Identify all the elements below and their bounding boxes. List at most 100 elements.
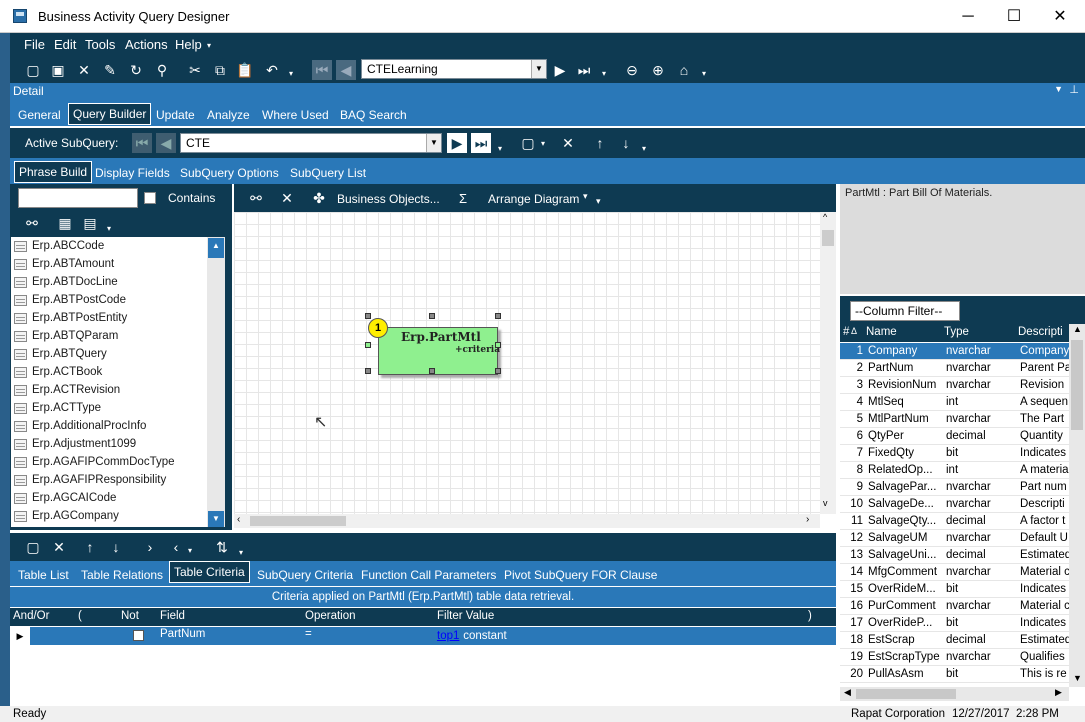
- scroll-down-icon[interactable]: v: [823, 498, 828, 508]
- new-criteria-icon[interactable]: ▢: [23, 537, 43, 557]
- canvas-more-icon[interactable]: ▾: [596, 196, 601, 207]
- delete-subquery-icon[interactable]: ✕: [558, 133, 578, 153]
- column-row[interactable]: 14 MfgComment nvarchar Material c: [840, 564, 1070, 581]
- delete-table-icon[interactable]: ✕: [277, 188, 297, 208]
- resize-handle[interactable]: [495, 368, 501, 374]
- last-record-icon[interactable]: ⏭: [574, 60, 594, 80]
- first-subquery-icon[interactable]: ⏮: [132, 133, 152, 153]
- column-row[interactable]: 13 SalvageUni... decimal Estimated: [840, 547, 1070, 564]
- tab-update[interactable]: Update: [156, 108, 195, 122]
- column-grid-hscrollbar[interactable]: ◀ ▶: [840, 687, 1069, 701]
- menu-help[interactable]: Help: [175, 37, 202, 52]
- tab-where-used[interactable]: Where Used: [262, 108, 329, 122]
- column-row[interactable]: 4 MtlSeq int A sequen: [840, 394, 1070, 411]
- column-vscroll-thumb[interactable]: [1071, 340, 1083, 430]
- menu-file[interactable]: File: [24, 37, 45, 52]
- col-name-header[interactable]: Name: [866, 326, 897, 338]
- contains-checkbox[interactable]: [144, 192, 156, 204]
- table-options-icon[interactable]: ▤: [80, 213, 100, 233]
- subquery-combo[interactable]: CTE ▼: [180, 133, 442, 153]
- canvas-hscrollbar[interactable]: ‹ ›: [234, 514, 820, 528]
- column-row[interactable]: 5 MtlPartNum nvarchar The Part: [840, 411, 1070, 428]
- canvas-hscroll-thumb[interactable]: [250, 516, 346, 526]
- next-subquery-icon[interactable]: ▶: [447, 133, 467, 153]
- table-list-item[interactable]: Erp.ACTType: [11, 400, 215, 418]
- table-list-item[interactable]: Erp.ABTPostCode: [11, 292, 215, 310]
- col-operation[interactable]: Operation: [305, 610, 356, 622]
- scroll-left-icon[interactable]: ◀: [844, 687, 851, 698]
- business-objects-button[interactable]: Business Objects...: [337, 192, 440, 206]
- canvas-vscrollbar[interactable]: ^ v: [820, 212, 836, 514]
- scroll-up-icon[interactable]: ▲: [1073, 324, 1082, 334]
- column-row[interactable]: 19 EstScrapType nvarchar Qualifies: [840, 649, 1070, 666]
- paste-icon[interactable]: 📋: [235, 60, 255, 80]
- copy-icon[interactable]: ⧉: [210, 60, 230, 80]
- table-list-item[interactable]: Erp.ABTAmount: [11, 256, 215, 274]
- column-row[interactable]: 10 SalvageDe... nvarchar Descripti: [840, 496, 1070, 513]
- table-node[interactable]: Erp.PartMtl +criteria: [378, 327, 500, 375]
- column-row[interactable]: 8 RelatedOp... int A materia: [840, 462, 1070, 479]
- subquery-nav-dropdown-icon[interactable]: ▾: [498, 144, 502, 153]
- table-icon[interactable]: ▦: [55, 213, 75, 233]
- cut-icon[interactable]: ✂: [185, 60, 205, 80]
- scroll-up-icon[interactable]: ▲: [208, 238, 224, 258]
- delete-criteria-icon[interactable]: ✕: [49, 537, 69, 557]
- resize-handle[interactable]: [365, 368, 371, 374]
- tab-phrase-build[interactable]: Phrase Build: [14, 161, 93, 183]
- column-grid-vscrollbar[interactable]: ▲ ▼: [1069, 324, 1085, 687]
- col-field[interactable]: Field: [160, 610, 185, 622]
- table-list-scrollbar[interactable]: ▲ ▼: [207, 237, 225, 527]
- new-icon[interactable]: ▢: [23, 60, 43, 80]
- move-up-icon[interactable]: ↑: [590, 133, 610, 153]
- col-open-paren[interactable]: (: [78, 610, 82, 622]
- close-button[interactable]: ✕: [1037, 0, 1083, 33]
- column-row[interactable]: 17 OverRideP... bit Indicates: [840, 615, 1070, 632]
- tab-baq-search[interactable]: BAQ Search: [340, 108, 407, 122]
- chevron-down-icon[interactable]: ▼: [426, 134, 441, 152]
- tab-subquery-list[interactable]: SubQuery List: [290, 166, 366, 180]
- outdent-icon[interactable]: ‹: [166, 537, 186, 557]
- filter-link[interactable]: top1: [437, 630, 459, 642]
- column-row[interactable]: 9 SalvagePar... nvarchar Part num: [840, 479, 1070, 496]
- pin-icon[interactable]: ⊥: [1069, 83, 1079, 96]
- table-list-item[interactable]: Erp.ABCCode: [11, 238, 215, 256]
- indent-icon[interactable]: ›: [140, 537, 160, 557]
- more-dropdown-icon[interactable]: ▾: [702, 69, 706, 78]
- col-type-header[interactable]: Type: [944, 326, 969, 338]
- scroll-down-icon[interactable]: ▼: [208, 511, 224, 527]
- undo-dropdown-icon[interactable]: ▾: [289, 69, 293, 78]
- forward-icon[interactable]: ⊕: [648, 60, 668, 80]
- criteria-row[interactable]: ▶ PartNum = top1 constant: [10, 627, 836, 645]
- scroll-up-icon[interactable]: ^: [823, 212, 827, 222]
- not-checkbox[interactable]: [133, 630, 144, 641]
- criteria-field[interactable]: PartNum: [160, 628, 205, 640]
- table-list-item[interactable]: Erp.AdditionalProcInfo: [11, 418, 215, 436]
- sigma-icon[interactable]: Σ: [459, 191, 467, 206]
- menu-actions[interactable]: Actions: [125, 37, 168, 52]
- column-row[interactable]: 1 Company nvarchar Company: [840, 343, 1070, 360]
- col-desc-header[interactable]: Descripti: [1018, 326, 1063, 338]
- column-row[interactable]: 16 PurComment nvarchar Material c: [840, 598, 1070, 615]
- save-icon[interactable]: ▣: [48, 60, 68, 80]
- menu-tools[interactable]: Tools: [85, 37, 115, 52]
- tab-function-call-parameters[interactable]: Function Call Parameters: [361, 568, 496, 582]
- table-list-item[interactable]: Erp.Adjustment1099: [11, 436, 215, 454]
- tab-display-fields[interactable]: Display Fields: [95, 166, 170, 180]
- tab-subquery-criteria[interactable]: SubQuery Criteria: [257, 568, 353, 582]
- resize-handle[interactable]: [495, 342, 501, 348]
- home-icon[interactable]: ⌂: [674, 60, 694, 80]
- tab-query-builder[interactable]: Query Builder: [68, 103, 152, 125]
- table-list-item[interactable]: Erp.AGCompany: [11, 508, 215, 526]
- sort-az-icon[interactable]: ⇅: [212, 537, 232, 557]
- refresh-icon[interactable]: ↻: [126, 60, 146, 80]
- back-icon[interactable]: ⊖: [622, 60, 642, 80]
- canvas-vscroll-thumb[interactable]: [822, 230, 834, 246]
- resize-handle[interactable]: [429, 368, 435, 374]
- tab-subquery-options[interactable]: SubQuery Options: [180, 166, 279, 180]
- resize-handle[interactable]: [429, 313, 435, 319]
- column-row[interactable]: 6 QtyPer decimal Quantity: [840, 428, 1070, 445]
- table-options-dropdown-icon[interactable]: ▾: [107, 224, 111, 233]
- tab-table-relations[interactable]: Table Relations: [81, 568, 163, 582]
- column-row[interactable]: 3 RevisionNum nvarchar Revision: [840, 377, 1070, 394]
- prev-subquery-icon[interactable]: ◀: [156, 133, 176, 153]
